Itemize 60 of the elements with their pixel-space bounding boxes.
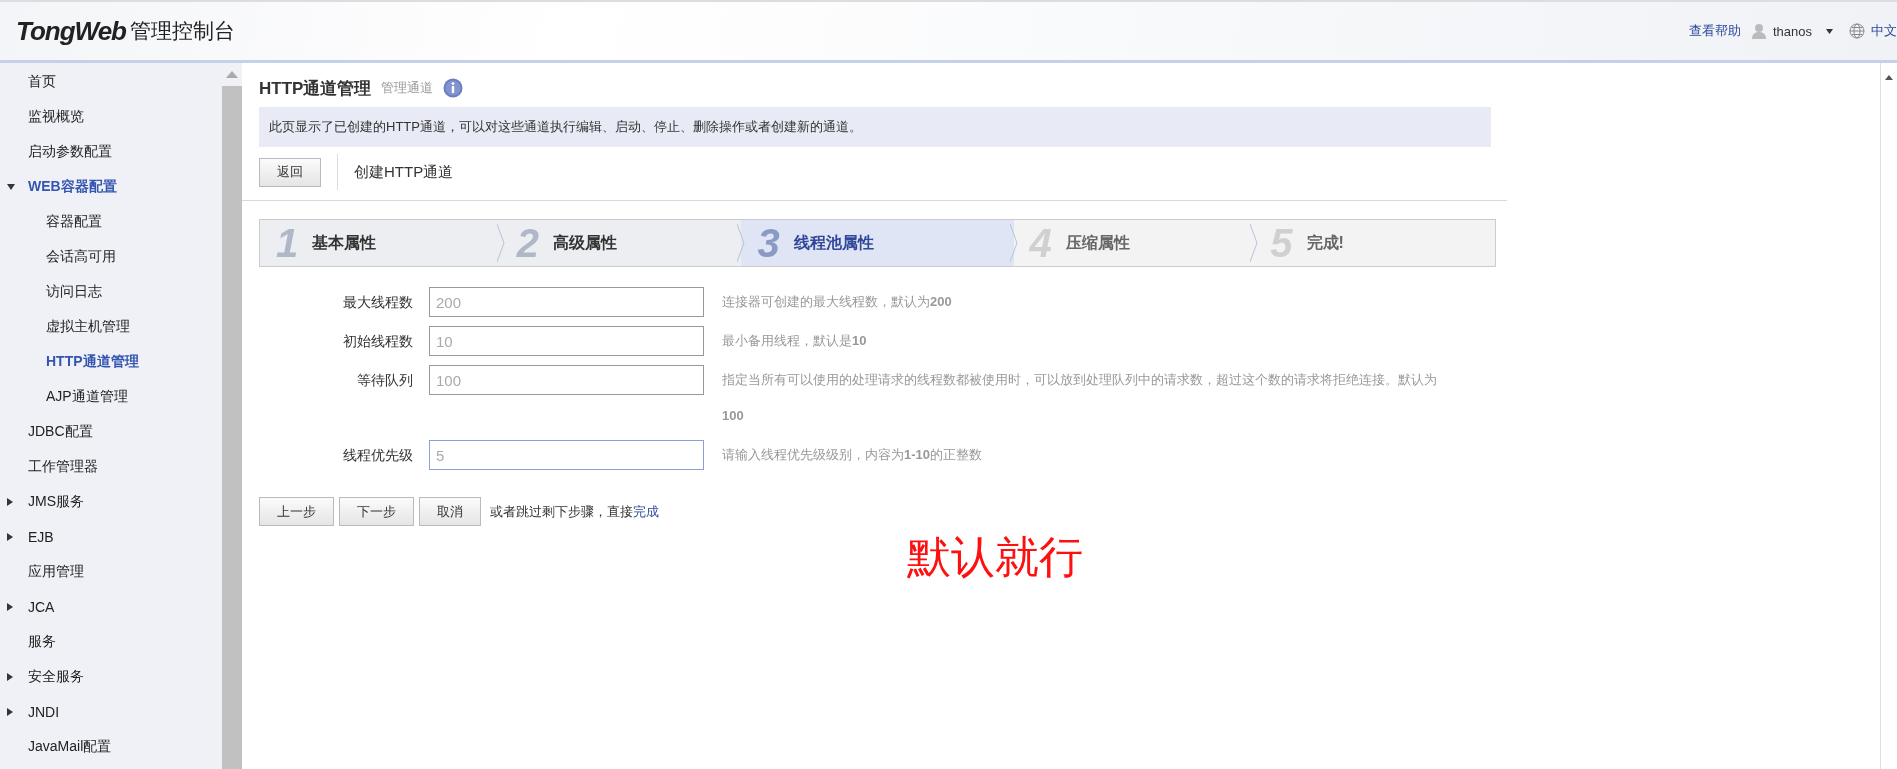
field-label: 初始线程数 (342, 332, 414, 351)
collapse-arrow-icon[interactable] (7, 602, 13, 611)
sidebar-item[interactable]: 启动参数配置 (28, 142, 112, 161)
sidebar-item[interactable]: AJP通道管理 (46, 387, 128, 406)
sidebar-item[interactable]: JDBC配置 (28, 422, 93, 441)
wizard-button[interactable]: 下一步 (339, 497, 414, 526)
help-link[interactable]: 查看帮助 (1688, 22, 1741, 40)
collapse-arrow-icon[interactable] (7, 707, 13, 716)
collapse-arrow-icon[interactable] (7, 672, 13, 681)
chevron-icon (496, 224, 505, 262)
field-label: 最大线程数 (342, 293, 414, 312)
back-button[interactable]: 返回 (259, 157, 321, 187)
globe-icon (1849, 23, 1865, 39)
field-hint: 指定当所有可以使用的处理请求的线程数都被使用时，可以放到处理队列中的请求数，超过这个数的请求将拒绝连接。默认为100 (722, 371, 1438, 425)
logo-text: TongWeb (16, 15, 126, 47)
finish-link[interactable]: 完成 (633, 503, 659, 519)
field-label: 线程优先级 (342, 446, 414, 465)
sidebar-item[interactable]: 虚拟主机管理 (46, 317, 130, 336)
wizard-step[interactable]: 2 高级属性 (500, 220, 742, 266)
field-label: 等待队列 (356, 371, 414, 390)
sidebar-item[interactable]: JCA (28, 598, 55, 615)
sidebar-item[interactable]: 服务 (28, 632, 56, 651)
sidebar-item[interactable]: WEB容器配置 (28, 177, 117, 196)
chevron-icon (737, 224, 746, 262)
wizard-button[interactable]: 上一步 (259, 497, 334, 526)
console-title: 管理控制台 (130, 18, 235, 44)
sidebar-item[interactable]: EJB (28, 528, 54, 545)
sidebar-item[interactable]: HTTP通道管理 (46, 352, 139, 371)
info-icon[interactable] (443, 78, 464, 98)
section-title: 创建HTTP通道 (354, 162, 454, 182)
chevron-icon (1250, 224, 1259, 262)
sidebar-item[interactable]: 首页 (28, 72, 56, 91)
chevron-icon (1009, 224, 1018, 262)
expand-arrow-icon[interactable] (7, 183, 15, 190)
field-hint: 请输入线程优先级级别，内容为1-10的正整数 (722, 446, 984, 464)
collapse-arrow-icon[interactable] (7, 497, 13, 506)
description-text: 此页显示了已创建的HTTP通道，可以对这些通道执行编辑、启动、停止、删除操作或者创建新的通道。 (269, 119, 862, 134)
sidebar-item[interactable]: 访问日志 (46, 282, 102, 301)
language-selector[interactable]: 中文 (1871, 22, 1897, 40)
sidebar-item[interactable]: JMS服务 (28, 492, 84, 511)
annotation-text: 默认就行 (907, 531, 1083, 583)
sidebar-item[interactable]: 监视概览 (28, 107, 84, 126)
user-name[interactable]: thanos (1772, 23, 1812, 39)
sidebar-item[interactable]: 会话高可用 (46, 247, 116, 266)
collapse-arrow-icon[interactable] (7, 532, 13, 541)
sidebar-item[interactable]: 应用管理 (28, 562, 84, 581)
sidebar-item[interactable]: 工作管理器 (28, 457, 98, 476)
sidebar-item[interactable]: 安全服务 (28, 667, 84, 686)
sidebar-item[interactable]: 容器配置 (46, 212, 102, 231)
scroll-up-icon[interactable] (1885, 75, 1893, 80)
field-hint: 最小备用线程，默认是10 (722, 332, 868, 350)
sidebar-item[interactable]: JavaMail配置 (28, 737, 112, 756)
caret-icon[interactable] (1826, 28, 1833, 34)
sidebar-item[interactable]: JNDI (28, 703, 60, 720)
skip-text: 或者跳过剩下步骤，直接完成 (490, 502, 659, 521)
field-hint: 连接器可创建的最大线程数，默认为200 (722, 293, 953, 311)
wizard-button[interactable]: 取消 (419, 497, 481, 526)
user-icon (1750, 23, 1767, 39)
page-subtitle: 管理通道 (381, 79, 434, 97)
page-title: HTTP通道管理 (259, 77, 372, 100)
